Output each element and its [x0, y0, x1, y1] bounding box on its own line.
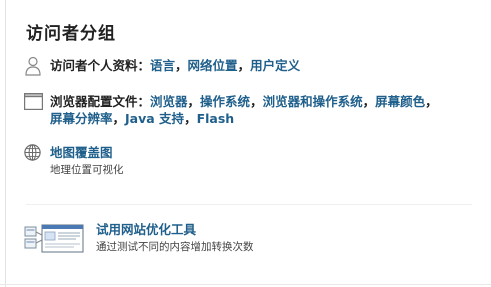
visitor-profile-text: 访问者个人资料：语言，网络位置，用户定义 — [50, 58, 301, 73]
link-browser[interactable]: 浏览器 — [150, 94, 188, 109]
link-screen-resolution[interactable]: 屏幕分辨率 — [50, 111, 113, 126]
link-language[interactable]: 语言 — [150, 58, 175, 73]
browser-window-icon — [24, 93, 43, 110]
person-icon — [25, 56, 41, 76]
link-operating-system[interactable]: 操作系统 — [200, 94, 250, 109]
link-java-support[interactable]: Java 支持 — [125, 111, 184, 126]
browser-profile-text-line2: 屏幕分辨率，Java 支持，Flash — [50, 111, 235, 126]
link-screen-colors[interactable]: 屏幕颜色 — [375, 94, 425, 109]
visitor-profile-label: 访问者个人资料： — [50, 58, 151, 73]
optimizer-description: 通过测试不同的内容增加转换次数 — [96, 241, 254, 253]
link-map-overlay[interactable]: 地图覆盖图 — [50, 145, 113, 160]
bottom-border — [0, 284, 491, 285]
website-optimizer-icon — [24, 224, 84, 253]
section-divider — [26, 204, 472, 205]
link-browser-and-os[interactable]: 浏览器和操作系统 — [263, 94, 363, 109]
link-user-defined[interactable]: 用户定义 — [250, 58, 300, 73]
link-network-location[interactable]: 网络位置 — [188, 58, 238, 73]
link-flash[interactable]: Flash — [197, 111, 235, 126]
left-border — [5, 0, 6, 287]
map-overlay-description: 地理位置可视化 — [50, 164, 124, 176]
optimizer-text: 试用网站优化工具 — [96, 220, 196, 239]
section-title: 访问者分组 — [26, 24, 116, 44]
globe-icon — [24, 144, 41, 161]
link-website-optimizer[interactable]: 试用网站优化工具 — [96, 222, 196, 237]
browser-profile-label: 浏览器配置文件： — [50, 94, 151, 109]
map-overlay-text: 地图覆盖图 — [50, 143, 113, 162]
